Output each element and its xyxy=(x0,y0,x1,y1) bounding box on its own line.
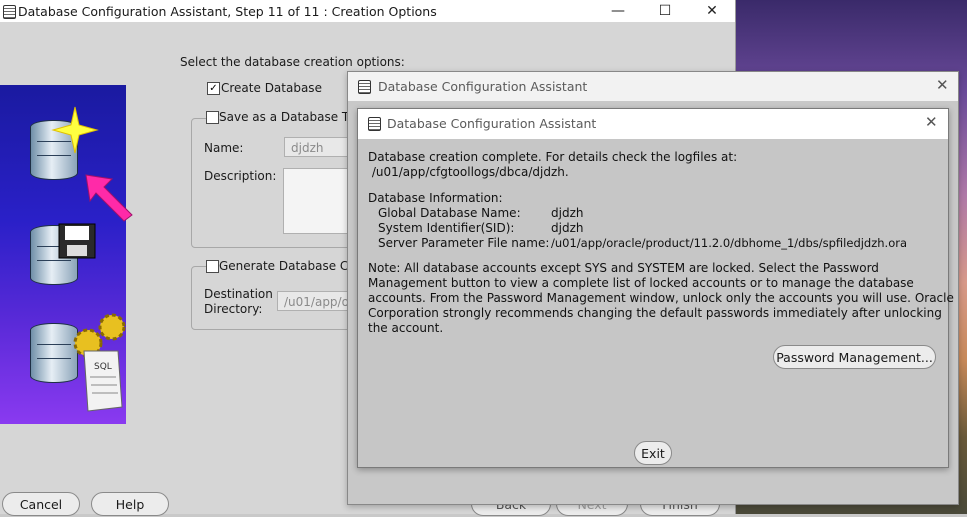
destination-label: Destination xyxy=(204,287,273,301)
save-template-label: Save as a Database Te xyxy=(219,110,357,124)
close-button[interactable]: ✕ xyxy=(689,0,735,22)
note-line-2: Management button to view a complete lis… xyxy=(368,276,914,290)
outer-dialog-titlebar[interactable]: Database Configuration Assistant ✕ xyxy=(348,72,958,101)
spfile-label: Server Parameter File name: xyxy=(378,236,550,250)
arrow-icon xyxy=(85,174,133,222)
note-line-1: Note: All database accounts except SYS a… xyxy=(368,261,879,275)
password-management-button[interactable]: Password Management... xyxy=(773,345,936,369)
app-icon xyxy=(358,80,371,94)
creation-options-prompt: Select the database creation options: xyxy=(180,55,405,69)
description-label: Description: xyxy=(204,169,277,183)
name-label: Name: xyxy=(204,141,244,155)
generate-scripts-label: Generate Database Cr xyxy=(219,259,356,273)
sid-label: System Identifier(SID): xyxy=(378,221,515,235)
spfile-value: /u01/app/oracle/product/11.2.0/dbhome_1/… xyxy=(551,236,908,250)
sql-script-icon: SQL xyxy=(83,350,123,412)
maximize-button[interactable]: ☐ xyxy=(642,0,688,22)
sparkle-icon xyxy=(51,106,99,154)
app-icon xyxy=(368,117,381,131)
completion-dialog-titlebar[interactable]: Database Configuration Assistant ✕ xyxy=(358,109,948,139)
destination-field[interactable]: /u01/app/o xyxy=(277,291,357,311)
main-window-title: Database Configuration Assistant, Step 1… xyxy=(18,4,437,19)
main-titlebar[interactable]: Database Configuration Assistant, Step 1… xyxy=(0,0,735,22)
global-db-name-label: Global Database Name: xyxy=(378,206,521,220)
create-database-checkbox[interactable]: ✓ xyxy=(207,82,220,95)
generate-scripts-checkbox[interactable] xyxy=(206,260,219,273)
floppy-disk-icon xyxy=(58,223,96,259)
minimize-button[interactable]: — xyxy=(595,0,641,22)
help-button[interactable]: Help xyxy=(91,492,169,516)
outer-dialog-title: Database Configuration Assistant xyxy=(378,79,588,94)
completion-dialog-title: Database Configuration Assistant xyxy=(387,116,597,131)
directory-label: Directory: xyxy=(204,302,263,316)
database-info-header: Database Information: xyxy=(368,191,503,205)
cancel-button[interactable]: Cancel xyxy=(2,492,80,516)
wizard-illustration: SQL xyxy=(0,85,133,424)
completion-dialog-close-icon[interactable]: ✕ xyxy=(925,113,938,131)
sid-value: djdzh xyxy=(551,221,584,235)
logfile-path: /u01/app/cfgtoollogs/dbca/djdzh. xyxy=(368,165,569,179)
create-database-label: Create Database xyxy=(221,81,322,95)
note-line-5: the account. xyxy=(368,321,444,335)
note-line-3: accounts. From the Password Management w… xyxy=(368,291,954,305)
app-icon xyxy=(3,5,16,19)
completion-dialog: Database Configuration Assistant ✕ Datab… xyxy=(357,108,954,468)
svg-text:SQL: SQL xyxy=(94,362,112,372)
note-line-4: Corporation strongly recommends changing… xyxy=(368,306,942,320)
save-template-checkbox[interactable] xyxy=(206,111,219,124)
completion-message: Database creation complete. For details … xyxy=(368,150,738,164)
outer-dialog-close-icon[interactable]: ✕ xyxy=(936,76,949,94)
exit-button[interactable]: Exit xyxy=(634,441,672,465)
global-db-name-value: djdzh xyxy=(551,206,584,220)
